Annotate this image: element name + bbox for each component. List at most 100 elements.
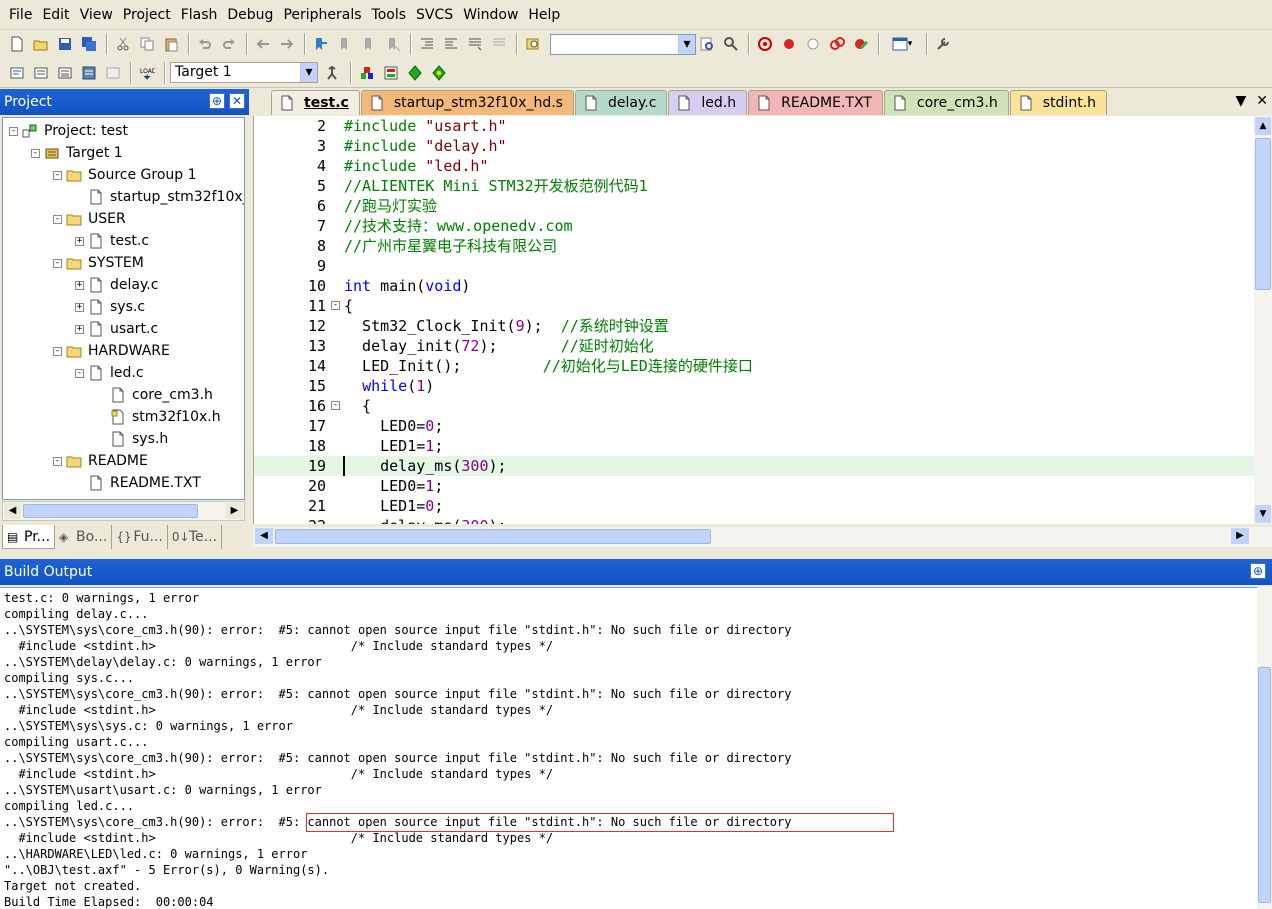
code-editor[interactable]: 2 #include "usart.h" 3 #include "delay.h" 4 #… bbox=[253, 116, 1254, 524]
tree-node-file[interactable]: + usart.c bbox=[75, 318, 158, 340]
scroll-up-icon[interactable]: ▲ bbox=[1255, 117, 1271, 135]
pack-installer-icon[interactable] bbox=[404, 62, 426, 84]
tree-node-file[interactable]: + sys.c bbox=[75, 296, 145, 318]
window-layout-icon[interactable]: ▾ bbox=[884, 33, 920, 55]
collapse-icon[interactable]: - bbox=[53, 170, 62, 180]
manage-components-icon[interactable] bbox=[356, 62, 378, 84]
menu-project[interactable]: Project bbox=[118, 0, 176, 30]
kill-all-icon[interactable] bbox=[850, 33, 872, 55]
menu-debug[interactable]: Debug bbox=[222, 0, 278, 30]
project-tree-horizontal-scrollbar[interactable]: ◀ ▶ bbox=[2, 501, 245, 521]
code-line[interactable]: 19 delay_ms(300); bbox=[254, 456, 1254, 476]
code-line[interactable]: 4 #include "led.h" bbox=[254, 156, 1254, 176]
indent-icon[interactable] bbox=[416, 33, 438, 55]
build-output-vertical-scrollbar[interactable] bbox=[1257, 587, 1272, 909]
scroll-right-icon[interactable]: ▶ bbox=[1231, 528, 1249, 544]
code-line[interactable]: 11-{ bbox=[254, 296, 1254, 316]
tree-node-file[interactable]: + delay.c bbox=[75, 274, 158, 296]
target-select[interactable]: Target 1 ▾ bbox=[170, 62, 318, 83]
menu-file[interactable]: File bbox=[4, 0, 37, 30]
translate-icon[interactable] bbox=[6, 62, 28, 84]
prev-bookmark-icon[interactable] bbox=[334, 33, 356, 55]
editor-tab-readme-txt[interactable]: README.TXT bbox=[748, 90, 883, 115]
editor-tab-led-h[interactable]: led.h bbox=[668, 90, 748, 115]
code-line[interactable]: 13 delay_init(72); //延时初始化 bbox=[254, 336, 1254, 356]
open-icon[interactable] bbox=[30, 33, 52, 55]
batch-build-icon[interactable] bbox=[78, 62, 100, 84]
redo-icon[interactable] bbox=[218, 33, 240, 55]
code-line[interactable]: 17 LED0=0; bbox=[254, 416, 1254, 436]
code-line[interactable]: 7 //技术支持：www.openedv.com bbox=[254, 216, 1254, 236]
panel-tab-templates[interactable]: 0↓ Te... bbox=[168, 525, 222, 549]
close-icon[interactable]: ✕ bbox=[229, 93, 245, 109]
runtime-env-icon[interactable] bbox=[428, 62, 450, 84]
project-tree[interactable]: - Project: test - Target 1- Source Group 1st… bbox=[2, 117, 245, 500]
clear-bookmarks-icon[interactable] bbox=[382, 33, 404, 55]
disable-breakpoint-icon[interactable] bbox=[802, 33, 824, 55]
pin-icon[interactable]: ⊕ bbox=[209, 93, 225, 109]
build-icon[interactable] bbox=[30, 62, 52, 84]
collapse-icon[interactable]: - bbox=[75, 368, 84, 378]
chevron-down-icon[interactable]: ▾ bbox=[678, 34, 695, 54]
close-tab-icon[interactable]: ✕ bbox=[1256, 93, 1268, 109]
collapse-icon[interactable]: - bbox=[53, 456, 62, 466]
code-line[interactable]: 22 delay_ms(300); bbox=[254, 516, 1254, 524]
menu-window[interactable]: Window bbox=[458, 0, 523, 30]
tree-node-file[interactable]: sys.h bbox=[97, 428, 168, 450]
nav-back-icon[interactable] bbox=[252, 33, 274, 55]
panel-tab-books[interactable]: ◈ Bo... bbox=[55, 525, 113, 549]
code-line[interactable]: 16- { bbox=[254, 396, 1254, 416]
chevron-down-icon[interactable]: ▾ bbox=[300, 63, 317, 82]
code-line[interactable]: 18 LED1=1; bbox=[254, 436, 1254, 456]
paste-icon[interactable] bbox=[160, 33, 182, 55]
kill-breakpoints-icon[interactable] bbox=[826, 33, 848, 55]
collapse-icon[interactable]: - bbox=[53, 214, 62, 224]
menu-peripherals[interactable]: Peripherals bbox=[278, 0, 366, 30]
editor-tab-delay-c[interactable]: delay.c bbox=[574, 90, 668, 115]
scrollbar-thumb[interactable] bbox=[275, 529, 711, 544]
configure-icon[interactable] bbox=[932, 33, 954, 55]
code-line[interactable]: 5 //ALIENTEK Mini STM32开发板范例代码1 bbox=[254, 176, 1254, 196]
tree-node-file[interactable]: - led.c bbox=[75, 362, 144, 384]
find-icon[interactable] bbox=[696, 33, 718, 55]
pin-icon[interactable]: ⊕ bbox=[1250, 563, 1266, 579]
scroll-down-icon[interactable]: ▼ bbox=[1255, 505, 1271, 523]
code-line[interactable]: 8 //广州市星翼电子科技有限公司 bbox=[254, 236, 1254, 256]
tree-node-file[interactable]: + test.c bbox=[75, 230, 149, 252]
bookmark-icon[interactable] bbox=[310, 33, 332, 55]
collapse-icon[interactable]: - bbox=[31, 148, 40, 158]
code-line[interactable]: 14 LED_Init(); //初始化与LED连接的硬件接口 bbox=[254, 356, 1254, 376]
build-output-text[interactable]: test.c: 0 warnings, 1 error compiling del… bbox=[0, 587, 1257, 909]
comment-icon[interactable] bbox=[464, 33, 486, 55]
panel-tab-functions[interactable]: {} Fu... bbox=[112, 525, 168, 549]
code-line[interactable]: 20 LED0=1; bbox=[254, 476, 1254, 496]
tree-node-file[interactable]: README.TXT bbox=[75, 472, 201, 494]
tab-list-dropdown-icon[interactable]: ▼ bbox=[1235, 93, 1246, 109]
code-line[interactable]: 9 bbox=[254, 256, 1254, 276]
editor-tab-stdint-h[interactable]: stdint.h bbox=[1009, 90, 1108, 115]
tree-node-project[interactable]: - Project: test bbox=[9, 120, 128, 142]
panel-tab-project[interactable]: ▤ Pr... bbox=[2, 525, 56, 549]
new-file-icon[interactable] bbox=[6, 33, 28, 55]
copy-icon[interactable] bbox=[136, 33, 158, 55]
save-all-icon[interactable] bbox=[78, 33, 100, 55]
undo-icon[interactable] bbox=[194, 33, 216, 55]
expand-icon[interactable]: + bbox=[75, 324, 84, 334]
editor-vertical-scrollbar[interactable]: ▲ ▼ bbox=[1254, 116, 1272, 524]
menu-help[interactable]: Help bbox=[523, 0, 565, 30]
scrollbar-thumb[interactable] bbox=[23, 504, 198, 518]
unindent-icon[interactable] bbox=[440, 33, 462, 55]
tree-node-file[interactable]: core_cm3.h bbox=[97, 384, 213, 406]
menu-edit[interactable]: Edit bbox=[37, 0, 74, 30]
menu-svcs[interactable]: SVCS bbox=[411, 0, 458, 30]
tree-node-group[interactable]: - README bbox=[53, 450, 148, 472]
tree-node-group[interactable]: - SYSTEM bbox=[53, 252, 144, 274]
code-line[interactable]: 15 while(1) bbox=[254, 376, 1254, 396]
menu-view[interactable]: View bbox=[75, 0, 118, 30]
scroll-left-icon[interactable]: ◀ bbox=[4, 503, 21, 519]
stop-build-icon[interactable] bbox=[102, 62, 124, 84]
code-line[interactable]: 6 //跑马灯实验 bbox=[254, 196, 1254, 216]
tree-node-file[interactable]: stm32f10x.h bbox=[97, 406, 221, 428]
editor-tab-core-cm3-h[interactable]: core_cm3.h bbox=[883, 90, 1009, 115]
save-icon[interactable] bbox=[54, 33, 76, 55]
